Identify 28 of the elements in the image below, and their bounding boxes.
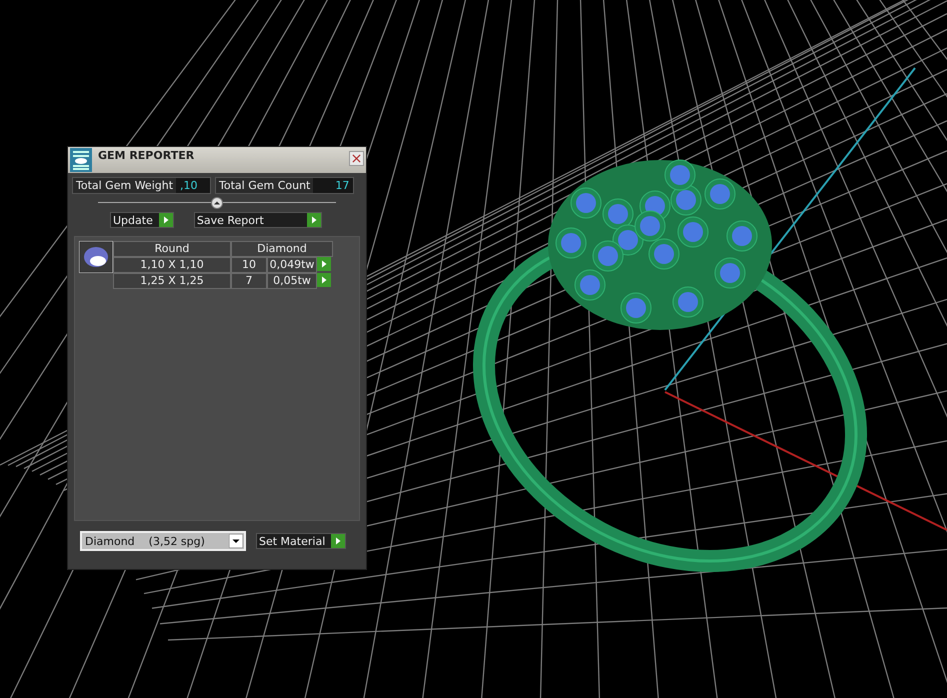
total-value: ,10 [179,179,199,192]
caret-icon [229,534,243,548]
play-icon [306,213,321,227]
play-icon[interactable] [317,273,331,287]
play-icon[interactable] [317,257,331,271]
weight-cell: 0,049tw [267,257,317,273]
window-title: GEM REPORTER [98,149,196,162]
count-cell: 10 [231,257,267,273]
material-dropdown[interactable]: Diamond (3,52 spg) [80,531,246,551]
close-icon [352,154,361,163]
total-label: Total Gem Weight [73,178,176,193]
total-label: Total Gem Count [216,178,314,193]
count-cell: 7 [231,273,267,289]
app-icon [70,148,92,172]
play-icon [158,213,173,227]
size-cell: 1,10 X 1,10 [113,257,231,273]
column-header: Diamond [231,241,333,257]
play-icon [331,534,346,548]
action-button[interactable]: Save Report [194,212,322,228]
total-value: 17 [334,179,350,192]
gem-thumbnail-icon [79,241,113,273]
close-button[interactable] [349,151,364,166]
collapse-handle-icon[interactable] [211,197,223,209]
set-material-button[interactable]: Set Material [256,533,346,549]
action-button[interactable]: Update [110,212,174,228]
size-cell: 1,25 X 1,25 [113,273,231,289]
column-header: Round [113,241,231,257]
weight-cell: 0,05tw [267,273,317,289]
